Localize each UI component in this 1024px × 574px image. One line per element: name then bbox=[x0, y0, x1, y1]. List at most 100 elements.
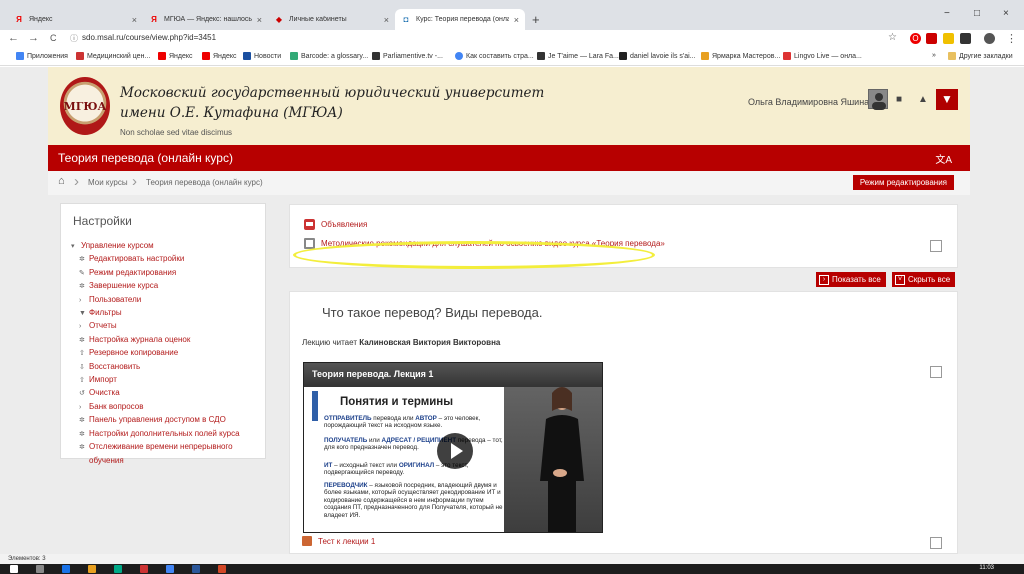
completion-checkbox[interactable] bbox=[930, 366, 942, 378]
close-tab-icon[interactable]: × bbox=[257, 15, 262, 25]
new-tab-button[interactable]: + bbox=[532, 12, 540, 27]
bookmark-item[interactable]: Яндекс bbox=[202, 52, 237, 60]
bookmark-apps[interactable]: Приложения bbox=[16, 52, 68, 60]
profile-icon[interactable] bbox=[984, 33, 995, 44]
settings-menu-item[interactable]: обучения bbox=[71, 455, 240, 467]
app-icon[interactable] bbox=[62, 565, 70, 573]
settings-menu-item[interactable]: ✲ Завершение курса bbox=[71, 280, 240, 293]
lecturer-name: Калиновская Виктория Викторовна bbox=[359, 338, 501, 347]
trophy-icon[interactable]: ▼ bbox=[936, 89, 958, 110]
settings-menu-item[interactable]: ✲ Настройки дополнительных полей курса bbox=[71, 428, 240, 441]
extension-icon[interactable] bbox=[960, 33, 971, 44]
lingvo-icon bbox=[783, 52, 791, 60]
bookmark-item[interactable]: Новости bbox=[243, 52, 281, 60]
close-tab-icon[interactable]: × bbox=[132, 15, 137, 25]
bookmark-star-icon[interactable]: ☆ bbox=[888, 32, 897, 43]
settings-menu-item[interactable]: › Пользователи bbox=[71, 294, 240, 307]
folder-icon bbox=[948, 52, 956, 60]
browser-tab-search[interactable]: Я МГЮА — Яндекс: нашлось 153 × bbox=[143, 9, 268, 30]
slide-paragraph: ОТПРАВИТЕЛЬ перевода или АВТОР – это чел… bbox=[324, 415, 481, 430]
bookmark-icon bbox=[619, 52, 627, 60]
settings-menu-item[interactable]: ✲ Настройка журнала оценок bbox=[71, 334, 240, 347]
settings-menu-item[interactable]: ↺ Очистка bbox=[71, 387, 240, 400]
extension-icon[interactable] bbox=[926, 33, 937, 44]
quiz-icon bbox=[302, 536, 312, 546]
browser-tab-course[interactable]: ◘ Курс: Теория перевода (онлайн × bbox=[395, 9, 525, 30]
info-icon[interactable]: ⓘ bbox=[70, 33, 78, 44]
settings-menu-item[interactable]: ▾ Управление курсом bbox=[71, 240, 240, 253]
slide-paragraph: ПОЛУЧАТЕЛЬ или АДРЕСАТ / РЕЦИПИЕНТ перев… bbox=[324, 437, 503, 452]
search-icon[interactable] bbox=[36, 565, 44, 573]
breadcrumb-my-courses[interactable]: Мои курсы bbox=[88, 178, 128, 187]
browser-tab-yandex[interactable]: Я Яндекс × bbox=[8, 9, 143, 30]
announcements-link[interactable]: Объявления bbox=[321, 220, 367, 229]
forum-icon bbox=[304, 219, 315, 230]
clock: 11:03 bbox=[979, 565, 994, 571]
notifications-bell-icon[interactable]: ▲ bbox=[918, 94, 928, 105]
app-icon[interactable] bbox=[140, 565, 148, 573]
close-tab-icon[interactable]: × bbox=[384, 15, 389, 25]
settings-menu-item[interactable]: ✲ Панель управления доступом в СДО bbox=[71, 414, 240, 427]
user-name[interactable]: Ольга Владимировна Яшина bbox=[748, 97, 869, 107]
menu-item-icon: ✲ bbox=[79, 283, 85, 291]
menu-item-icon: › bbox=[79, 323, 82, 331]
bookmark-item[interactable]: Lingvo Live — онла... bbox=[783, 52, 862, 60]
bookmark-item[interactable]: Parliamentive.tv -... bbox=[372, 52, 443, 60]
show-all-button[interactable]: › Показать все bbox=[816, 272, 886, 287]
maximize-button[interactable]: □ bbox=[974, 8, 980, 19]
start-icon[interactable] bbox=[10, 565, 18, 573]
word-icon[interactable] bbox=[192, 565, 200, 573]
lecture-video[interactable]: Теория перевода. Лекция 1 Понятия и терм… bbox=[303, 362, 603, 533]
bookmark-item[interactable]: Ярмарка Мастеров... bbox=[701, 52, 780, 60]
avatar[interactable] bbox=[868, 89, 888, 110]
breadcrumb-course[interactable]: Теория перевода (онлайн курс) bbox=[146, 178, 263, 187]
status-bar: Элементов: 3 bbox=[0, 554, 1024, 564]
site-icon: ◆ bbox=[275, 15, 283, 24]
quiz-link[interactable]: Тест к лекции 1 bbox=[302, 536, 375, 546]
browser-menu-icon[interactable]: ⋮ bbox=[1006, 32, 1017, 45]
bookmark-item[interactable]: Barcode: a glossary... bbox=[290, 52, 368, 60]
url-input[interactable]: sdo.msal.ru/course/view.php?id=3451 bbox=[82, 33, 216, 42]
edit-mode-button[interactable]: Режим редактирования bbox=[852, 175, 954, 190]
bookmark-item[interactable]: Медицинский цен... bbox=[76, 52, 150, 60]
browser-tab-cabinets[interactable]: ◆ Личные кабинеты × bbox=[268, 9, 395, 30]
reload-button[interactable]: C bbox=[50, 33, 57, 43]
settings-menu-item[interactable]: ✲ Редактировать настройки bbox=[71, 253, 240, 266]
forward-button[interactable]: → bbox=[28, 32, 39, 44]
bookmark-item[interactable]: Je T'aime — Lara Fa... bbox=[537, 52, 619, 60]
settings-menu-item[interactable]: ✎ Режим редактирования bbox=[71, 267, 240, 280]
settings-menu-item[interactable]: ⇧ Импорт bbox=[71, 374, 240, 387]
hide-all-button[interactable]: ˅ Скрыть все bbox=[892, 272, 956, 287]
bookmark-item[interactable]: Яндекс bbox=[158, 52, 193, 60]
close-tab-icon[interactable]: × bbox=[514, 15, 519, 25]
back-button[interactable]: ← bbox=[8, 32, 19, 44]
folder-icon[interactable] bbox=[88, 565, 96, 573]
opera-extension-icon[interactable]: O bbox=[910, 33, 921, 44]
settings-menu-item[interactable]: ⇩ Восстановить bbox=[71, 361, 240, 374]
logo-text: МГЮА bbox=[63, 99, 107, 113]
completion-checkbox[interactable] bbox=[930, 537, 942, 549]
settings-menu-item[interactable]: ✲ Отслеживание времени непрерывного bbox=[71, 441, 240, 454]
completion-checkbox[interactable] bbox=[930, 240, 942, 252]
lecturer-prefix: Лекцию читает bbox=[302, 338, 357, 347]
bookmark-item[interactable]: daniel lavoie ils s'ai... bbox=[619, 52, 696, 60]
messages-icon[interactable]: ■ bbox=[896, 94, 902, 105]
menu-item-label: Завершение курса bbox=[89, 281, 159, 291]
settings-menu-item[interactable]: ▼ Фильтры bbox=[71, 307, 240, 320]
minimize-button[interactable]: − bbox=[944, 8, 950, 19]
university-logo[interactable]: МГЮА bbox=[60, 77, 110, 135]
other-bookmarks[interactable]: Другие закладки bbox=[948, 52, 1013, 60]
settings-menu-item[interactable]: › Банк вопросов bbox=[71, 401, 240, 414]
play-button[interactable] bbox=[437, 433, 473, 469]
powerpoint-icon[interactable] bbox=[218, 565, 226, 573]
bookmarks-more[interactable]: » bbox=[932, 52, 936, 59]
settings-menu-item[interactable]: › Отчеты bbox=[71, 320, 240, 333]
close-window-button[interactable]: × bbox=[1003, 8, 1009, 19]
extension-icon[interactable] bbox=[943, 33, 954, 44]
home-icon[interactable]: ⌂ bbox=[58, 175, 65, 187]
bookmark-item[interactable]: Как составить стра... bbox=[455, 52, 534, 60]
translate-icon[interactable]: 文A bbox=[935, 151, 952, 166]
settings-menu-item[interactable]: ⇧ Резервное копирование bbox=[71, 347, 240, 360]
app-icon[interactable] bbox=[114, 565, 122, 573]
chrome-icon[interactable] bbox=[166, 565, 174, 573]
